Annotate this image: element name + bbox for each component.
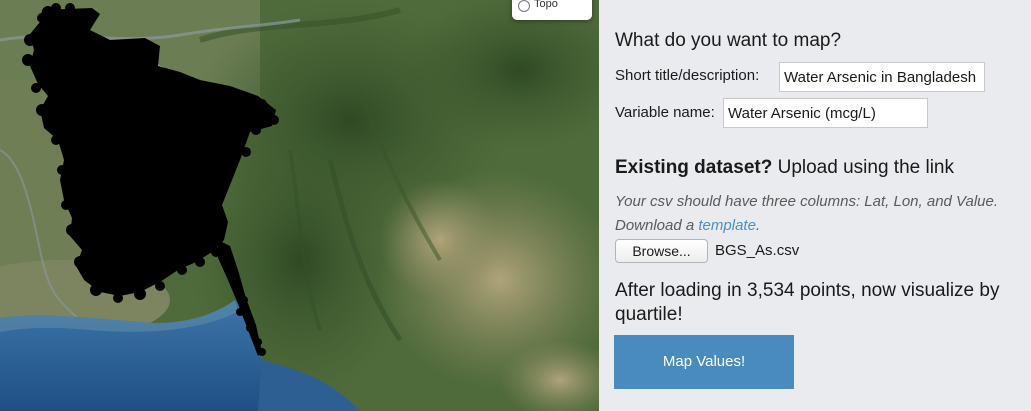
title-field-label: Short title/description: xyxy=(615,67,760,84)
form-heading: What do you want to map? xyxy=(615,30,842,51)
csv-instructions: Your csv should have three columns: Lat,… xyxy=(615,193,999,210)
template-note-period: . xyxy=(755,217,761,234)
app-page: Topo What do you want to map? Short titl… xyxy=(0,0,1031,411)
template-note-prefix: Download a xyxy=(615,217,699,234)
upload-heading-bold: Existing dataset? xyxy=(615,157,773,178)
upload-heading: Existing dataset? Upload using the link xyxy=(615,156,954,180)
template-note: Download a template. xyxy=(615,216,760,236)
layer-control[interactable]: Topo xyxy=(512,0,592,20)
layer-radio[interactable] xyxy=(518,0,530,12)
variable-field-label: Variable name: xyxy=(615,104,715,121)
map-values-button[interactable]: Map Values! xyxy=(614,335,794,389)
map-view[interactable]: Topo xyxy=(0,0,599,411)
satellite-basemap xyxy=(0,0,599,411)
selected-file-name: BGS_As.csv xyxy=(715,242,800,259)
variable-field[interactable] xyxy=(723,98,928,128)
title-field[interactable] xyxy=(779,62,985,92)
status-message: After loading in 3,534 points, now visua… xyxy=(615,280,1000,325)
side-panel: What do you want to map? Short title/des… xyxy=(599,0,1031,411)
browse-button[interactable]: Browse... xyxy=(615,239,708,263)
upload-heading-rest: Upload using the link xyxy=(772,157,954,178)
layer-option-label: Topo xyxy=(534,0,558,10)
template-link[interactable]: template xyxy=(698,217,756,234)
